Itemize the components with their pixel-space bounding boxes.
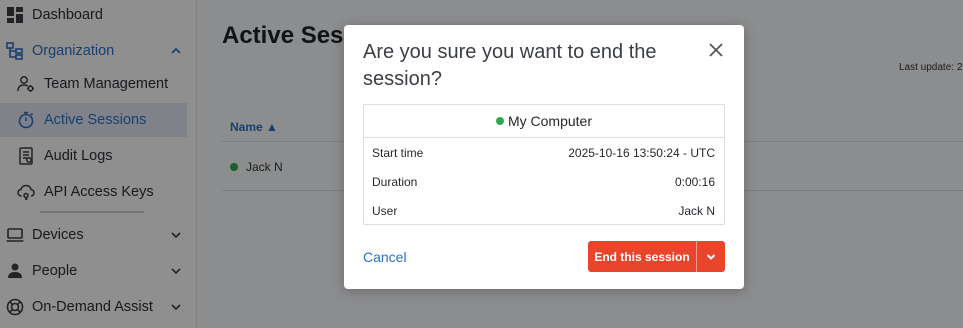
detail-value: 2025-10-16 13:50:24 - UTC	[568, 146, 715, 160]
detail-label: Duration	[372, 175, 418, 189]
detail-label: Start time	[372, 146, 424, 160]
detail-value: Jack N	[678, 204, 715, 218]
cancel-button[interactable]: Cancel	[363, 249, 407, 265]
end-session-dialog: Are you sure you want to end the session…	[344, 25, 744, 289]
dialog-title: Are you sure you want to end the session…	[363, 41, 657, 90]
detail-row-duration: Duration 0:00:16	[364, 167, 724, 196]
online-status-dot	[495, 117, 504, 125]
device-header: My Computer	[364, 105, 724, 138]
end-session-options-button[interactable]	[697, 241, 725, 272]
session-details-panel: My Computer Start time 2025-10-16 13:50:…	[363, 104, 725, 225]
device-name: My Computer	[507, 113, 593, 129]
detail-row-user: User Jack N	[364, 196, 724, 225]
close-icon[interactable]	[707, 41, 725, 59]
detail-value: 0:00:16	[674, 175, 715, 189]
end-session-button[interactable]: End this session	[588, 241, 696, 272]
end-session-split-button: End this session	[588, 241, 725, 272]
detail-label: User	[372, 204, 398, 218]
chevron-down-icon	[706, 253, 716, 260]
detail-row-start-time: Start time 2025-10-16 13:50:24 - UTC	[364, 138, 724, 167]
